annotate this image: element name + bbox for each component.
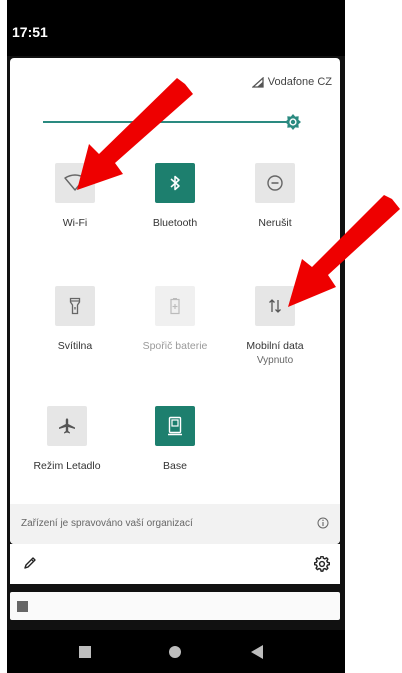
tile-sublabel: Vypnuto (256, 355, 294, 366)
quick-settings-panel: Vodafone CZ Wi-Fi Bluetooth Nerušit Svít… (10, 58, 340, 544)
tile-flashlight[interactable]: Svítilna (27, 286, 123, 352)
flashlight-icon[interactable] (55, 286, 95, 326)
signal-icon (251, 76, 265, 88)
device-managed-banner[interactable]: Zařízení je spravováno vaší organizací (10, 504, 340, 544)
tile-wifi[interactable]: Wi-Fi (27, 163, 123, 229)
tile-label: Režim Letadlo (33, 460, 101, 472)
status-time: 17:51 (12, 24, 48, 40)
brightness-icon[interactable] (285, 114, 301, 130)
quick-settings-footer (10, 544, 340, 584)
wifi-icon[interactable] (55, 163, 95, 203)
recents-button[interactable] (79, 646, 91, 658)
notification-strip[interactable] (10, 592, 340, 620)
tile-label: Nerušit (258, 217, 292, 229)
tile-label: Wi-Fi (62, 217, 88, 229)
back-button[interactable] (251, 645, 263, 659)
battery-saver-icon[interactable] (155, 286, 195, 326)
tile-base[interactable]: Base (127, 406, 223, 472)
app-square-icon (17, 601, 28, 612)
base-device-icon[interactable] (155, 406, 195, 446)
navigation-bar (7, 630, 345, 673)
status-bar: 17:51 (7, 0, 345, 56)
do-not-disturb-icon[interactable] (255, 163, 295, 203)
tile-label: Mobilní data (246, 340, 304, 352)
tile-label: Bluetooth (152, 217, 198, 229)
settings-gear-icon[interactable] (313, 555, 331, 577)
info-icon[interactable] (317, 516, 329, 534)
edit-pencil-icon[interactable] (23, 556, 37, 575)
tile-airplane[interactable]: Režim Letadlo (19, 406, 115, 472)
tile-mobile-data[interactable]: Mobilní data Vypnuto (227, 286, 323, 366)
phone-screen: 17:51 Vodafone CZ Wi-Fi Bluetooth Neruši… (7, 0, 345, 673)
mobile-data-icon[interactable] (255, 286, 295, 326)
carrier-name: Vodafone CZ (267, 76, 332, 88)
managed-text: Zařízení je spravováno vaší organizací (21, 518, 193, 529)
airplane-icon[interactable] (47, 406, 87, 446)
tile-label: Spořič baterie (142, 340, 208, 352)
brightness-track[interactable] (43, 121, 290, 123)
tile-label: Base (163, 460, 187, 472)
tile-battery-saver[interactable]: Spořič baterie (127, 286, 223, 352)
phone-frame: 17:51 Vodafone CZ Wi-Fi Bluetooth Neruši… (0, 0, 402, 673)
brightness-slider[interactable] (43, 114, 301, 130)
bluetooth-icon[interactable] (155, 163, 195, 203)
carrier-indicator: Vodafone CZ (251, 76, 332, 88)
tile-dnd[interactable]: Nerušit (227, 163, 323, 229)
home-button[interactable] (169, 646, 181, 658)
tile-label: Svítilna (57, 340, 93, 352)
tile-bluetooth[interactable]: Bluetooth (127, 163, 223, 229)
